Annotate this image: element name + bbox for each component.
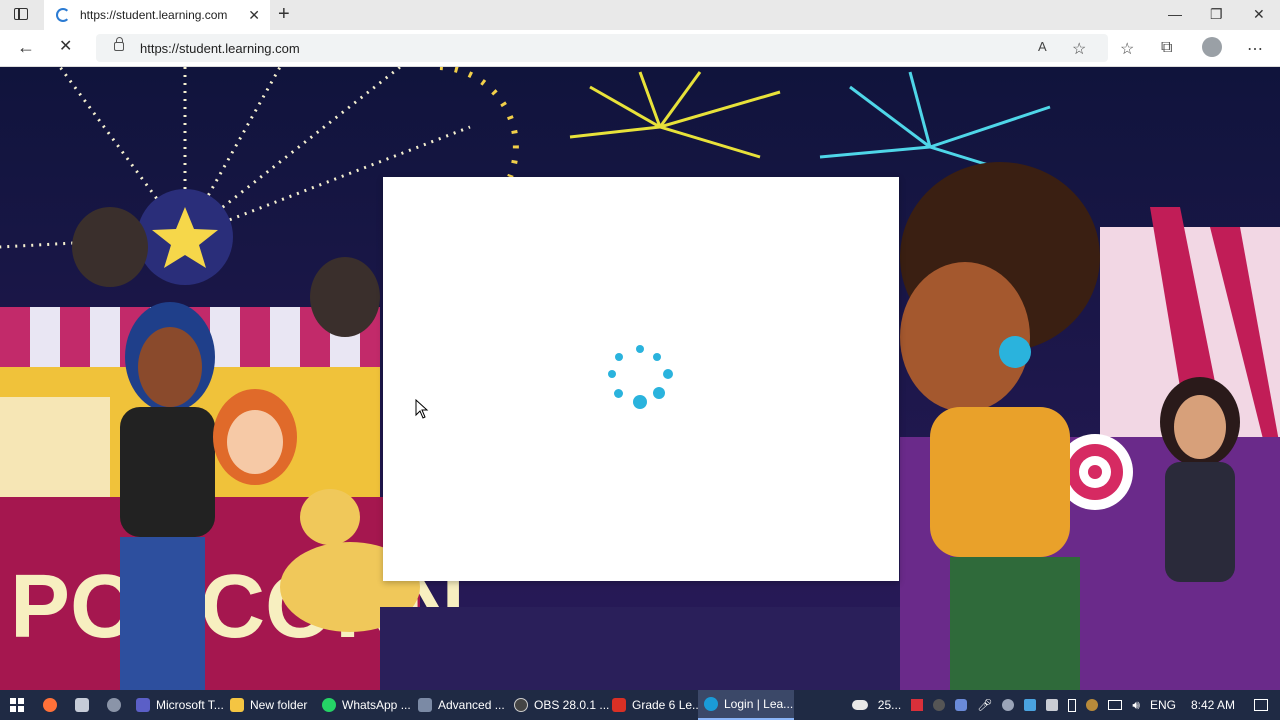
taskbar-item-advanced[interactable]: Advanced ...: [412, 690, 508, 720]
tray-app-icon[interactable]: [955, 699, 968, 711]
app-icon[interactable]: [66, 690, 98, 720]
url-text[interactable]: https://student.learning.com: [140, 41, 300, 56]
firefox-icon[interactable]: [34, 690, 66, 720]
tray-app-icon[interactable]: [1002, 699, 1015, 711]
tray-app-icon[interactable]: [1086, 699, 1099, 711]
microphone-icon[interactable]: 🎤︎: [977, 698, 992, 712]
clock[interactable]: 8:42 AM: [1191, 698, 1235, 712]
stop-loading-button[interactable]: ✕: [59, 37, 72, 57]
tray-app-icon[interactable]: [911, 699, 924, 711]
close-window-button[interactable]: ✕: [1253, 6, 1265, 23]
notifications-icon[interactable]: [1254, 699, 1268, 711]
loading-spinner: [605, 345, 675, 415]
lock-icon[interactable]: [114, 37, 124, 51]
loading-icon: [56, 8, 70, 22]
tab-actions-icon[interactable]: [14, 8, 28, 20]
network-icon[interactable]: [1108, 700, 1123, 710]
collections-icon[interactable]: ⧉: [1161, 39, 1172, 57]
address-bar[interactable]: https://student.learning.com: [96, 34, 1108, 62]
settings-icon[interactable]: [98, 690, 130, 720]
taskbar-item-obs[interactable]: OBS 28.0.1 ...: [508, 690, 609, 720]
close-tab-icon[interactable]: ✕: [248, 7, 260, 24]
back-button[interactable]: ←: [17, 37, 35, 57]
weather-text[interactable]: 25...: [878, 698, 901, 712]
volume-icon[interactable]: 🔊︎: [1132, 698, 1140, 713]
more-menu-icon[interactable]: ⋯: [1247, 39, 1263, 59]
new-tab-button[interactable]: +: [278, 4, 290, 24]
taskbar-item-folder[interactable]: New folder: [224, 690, 316, 720]
taskbar-item-pdf[interactable]: Grade 6 Le...: [606, 690, 702, 720]
browser-tab[interactable]: https://student.learning.com ✕: [44, 0, 270, 30]
read-aloud-icon[interactable]: A: [1038, 39, 1047, 54]
system-tray: 25... 🎤︎ 🔊︎ ENG 8:42 AM: [847, 690, 1280, 720]
windows-logo-icon: [10, 698, 24, 712]
taskbar-item-teams[interactable]: Microsoft T...: [130, 690, 224, 720]
mouse-cursor-icon: [415, 399, 429, 419]
tab-strip: https://student.learning.com ✕ + — ❐ ✕: [0, 0, 1280, 30]
tab-title: https://student.learning.com: [80, 8, 228, 22]
tray-app-icon[interactable]: [1046, 699, 1059, 711]
taskbar-item-whatsapp[interactable]: WhatsApp ...: [316, 690, 412, 720]
taskbar-item-edge-login[interactable]: Login | Lea...: [698, 690, 794, 720]
weather-icon[interactable]: [851, 700, 868, 710]
add-favorite-icon[interactable]: ☆: [1072, 39, 1086, 59]
page-content: POPCORN: [0, 67, 1280, 690]
tray-app-icon[interactable]: [933, 699, 946, 711]
windows-taskbar: Microsoft T... New folder WhatsApp ... A…: [0, 690, 1280, 720]
battery-icon[interactable]: [1068, 698, 1077, 712]
login-card: [383, 177, 899, 581]
profile-avatar[interactable]: [1202, 37, 1222, 57]
maximize-button[interactable]: ❐: [1210, 6, 1223, 23]
tray-app-icon[interactable]: [1024, 699, 1037, 711]
language-indicator[interactable]: ENG: [1150, 698, 1176, 712]
start-button[interactable]: [0, 690, 34, 720]
browser-toolbar: ← ✕ https://student.learning.com A ☆ ☆ ⧉…: [0, 30, 1280, 67]
minimize-button[interactable]: —: [1168, 6, 1182, 22]
favorites-icon[interactable]: ☆: [1120, 39, 1134, 59]
